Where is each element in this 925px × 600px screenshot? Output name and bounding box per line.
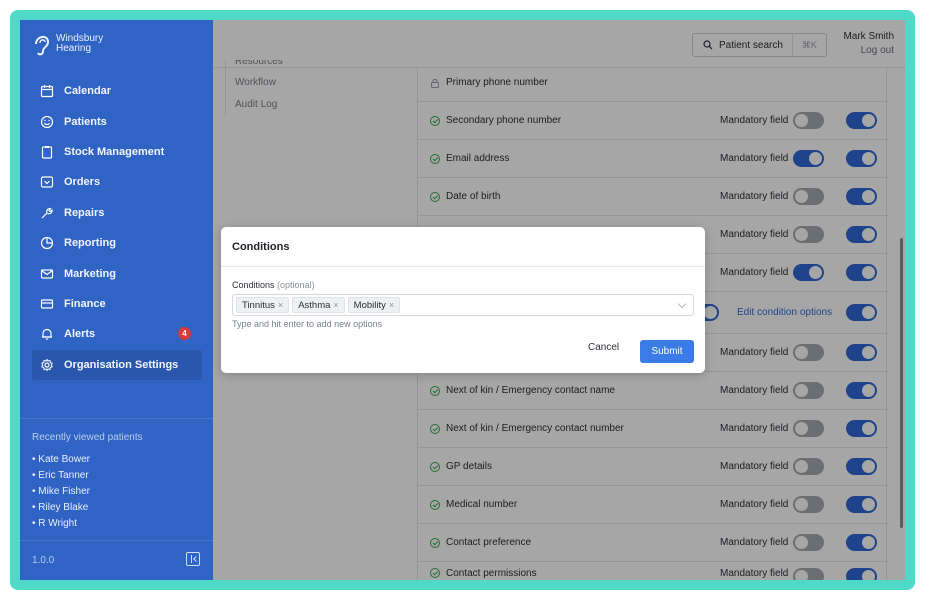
tag-label: Tinnitus	[242, 299, 275, 311]
inbox-icon	[40, 176, 54, 188]
sidebar-item-organisation-settings[interactable]: Organisation Settings	[32, 349, 202, 380]
sidebar-item-orders[interactable]: Orders	[20, 167, 213, 197]
smiley-icon	[40, 115, 54, 128]
chevron-down-icon[interactable]	[677, 299, 687, 309]
brand-line-2: Hearing	[56, 43, 92, 54]
sidebar-item-label: Stock Management	[64, 145, 165, 158]
recent-patients-list: • Kate Bower • Eric Tanner • Mike Fisher…	[32, 452, 90, 532]
conditions-modal: Conditions Conditions (optional) Tinnitu…	[221, 227, 705, 373]
remove-tag-icon[interactable]: ×	[333, 300, 338, 310]
condition-tag: Mobility ×	[347, 297, 401, 313]
alerts-count-badge: 4	[178, 327, 191, 341]
sidebar-item-label: Marketing	[64, 267, 116, 280]
sidebar-item-label: Orders	[64, 176, 101, 189]
conditions-field-label: Conditions (optional)	[232, 280, 315, 290]
ear-logo-icon	[35, 36, 50, 56]
recent-patient-link[interactable]: • R Wright	[32, 516, 90, 532]
submit-button[interactable]: Submit	[640, 340, 694, 363]
bell-icon	[42, 329, 52, 341]
credit-card-icon	[40, 299, 54, 309]
pie-chart-icon	[40, 237, 54, 250]
remove-tag-icon[interactable]: ×	[389, 300, 394, 310]
modal-title: Conditions	[221, 227, 705, 267]
calendar-icon	[40, 85, 54, 98]
cancel-button[interactable]: Cancel	[588, 342, 619, 353]
sidebar-item-patients[interactable]: Patients	[20, 106, 213, 136]
sidebar-item-label: Reporting	[64, 237, 116, 250]
sidebar-item-label: Finance	[64, 297, 106, 310]
recent-patient-link[interactable]: • Riley Blake	[32, 500, 90, 516]
sidebar-item-reporting[interactable]: Reporting	[20, 228, 213, 258]
sidebar-item-stock-management[interactable]: Stock Management	[20, 137, 213, 167]
condition-tag: Tinnitus ×	[236, 297, 290, 313]
mail-icon	[40, 268, 54, 279]
gear-icon	[41, 358, 53, 372]
sidebar-item-finance[interactable]: Finance	[20, 289, 213, 319]
condition-tag: Asthma ×	[292, 297, 345, 313]
conditions-label: Conditions	[232, 280, 275, 290]
sidebar-divider	[20, 540, 213, 541]
sidebar-item-label: Patients	[64, 115, 107, 128]
app-version: 1.0.0	[32, 555, 55, 566]
sidebar-item-label: Calendar	[64, 85, 112, 98]
wrench-icon	[41, 207, 53, 219]
sidebar-item-label: Repairs	[64, 206, 105, 219]
sidebar-item-label: Organisation Settings	[64, 358, 179, 371]
brand-logo[interactable]: Windsbury Hearing	[32, 30, 103, 58]
input-hint: Type and hit enter to add new options	[232, 319, 383, 329]
main-nav: Calendar Patients Stock Management Order…	[20, 76, 213, 380]
sidebar-item-marketing[interactable]: Marketing	[20, 258, 213, 288]
remove-tag-icon[interactable]: ×	[278, 300, 283, 310]
sidebar-item-label: Alerts	[64, 328, 96, 341]
recent-patient-link[interactable]: • Eric Tanner	[32, 468, 90, 484]
sidebar-divider	[20, 418, 213, 419]
optional-label: (optional)	[277, 280, 315, 290]
recent-patient-link[interactable]: • Kate Bower	[32, 452, 90, 468]
recent-patients-title: Recently viewed patients	[32, 432, 143, 443]
conditions-tag-input[interactable]: Tinnitus × Asthma × Mobility ×	[232, 294, 694, 316]
sidebar: Windsbury Hearing Calendar Patients Stoc…	[20, 20, 213, 580]
collapse-sidebar-icon[interactable]	[186, 552, 200, 566]
sidebar-item-calendar[interactable]: Calendar	[20, 76, 213, 106]
clipboard-icon	[41, 145, 53, 159]
tag-label: Asthma	[298, 299, 331, 311]
sidebar-item-repairs[interactable]: Repairs	[20, 198, 213, 228]
recent-patient-link[interactable]: • Mike Fisher	[32, 484, 90, 500]
tag-label: Mobility	[353, 299, 386, 311]
sidebar-item-alerts[interactable]: Alerts 4	[20, 319, 213, 349]
